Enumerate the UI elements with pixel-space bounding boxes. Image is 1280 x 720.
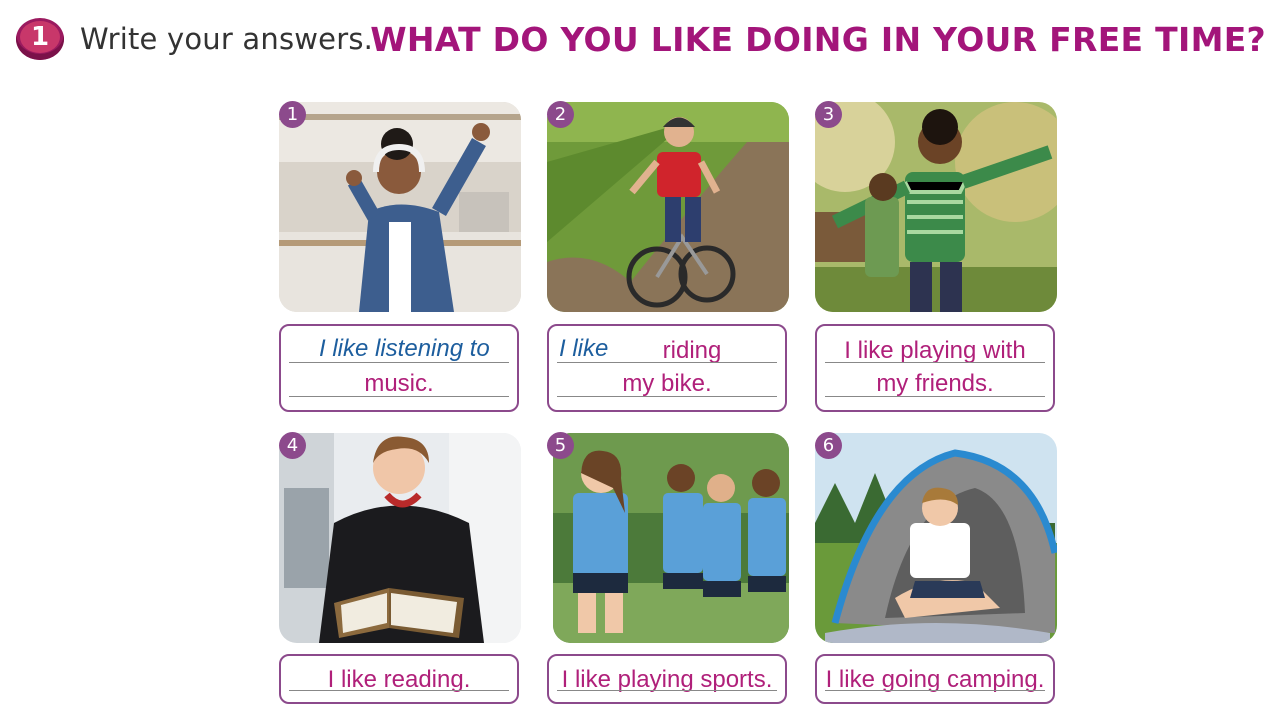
photo-boy-riding-bike: [547, 102, 789, 312]
photo-girls-playing-soccer: [553, 433, 789, 643]
item-number-3: 3: [815, 101, 842, 128]
exercise-number-badge: 1: [16, 18, 64, 60]
answer-line: [557, 362, 777, 363]
answer-line: [289, 362, 509, 363]
exercise-number: 1: [20, 21, 60, 53]
answer-text-3-line2: my friends.: [876, 370, 994, 397]
answer-line: [557, 396, 777, 397]
answer-box-4[interactable]: I like reading.: [279, 654, 519, 704]
answer-text-2-line1: riding: [662, 337, 722, 364]
answer-line: [289, 690, 509, 691]
answer-box-5[interactable]: I like playing sports.: [547, 654, 787, 704]
answer-box-1[interactable]: I like listening to music.: [279, 324, 519, 412]
instruction-text: Write your answers.: [80, 22, 374, 56]
photo-girl-dancing-headphones: [279, 102, 521, 312]
answer-box-3[interactable]: I like playing with my friends.: [815, 324, 1055, 412]
answer-line: [825, 362, 1045, 363]
item-number-5: 5: [547, 432, 574, 459]
answer-text-1-line2: music.: [364, 370, 434, 397]
item-number-4: 4: [279, 432, 306, 459]
item-number-2: 2: [547, 101, 574, 128]
answer-prompt-1: I like listening to: [319, 335, 490, 362]
answer-box-2[interactable]: I like riding my bike.: [547, 324, 787, 412]
item-number-1: 1: [279, 101, 306, 128]
page-title: WHAT DO YOU LIKE DOING IN YOUR FREE TIME…: [370, 20, 1266, 59]
photo-boys-playing-outdoors: [815, 102, 1057, 312]
answer-text-3-line1: I like playing with: [844, 337, 1026, 364]
answer-box-6[interactable]: I like going camping.: [815, 654, 1055, 704]
answer-line: [557, 690, 777, 691]
answer-text-2-line2: my bike.: [622, 370, 712, 397]
photo-teen-reading-book: [279, 433, 521, 643]
photo-boy-in-tent: [815, 433, 1057, 643]
item-number-6: 6: [815, 432, 842, 459]
answer-line: [825, 690, 1045, 691]
answer-line: [825, 396, 1045, 397]
answer-line: [289, 396, 509, 397]
